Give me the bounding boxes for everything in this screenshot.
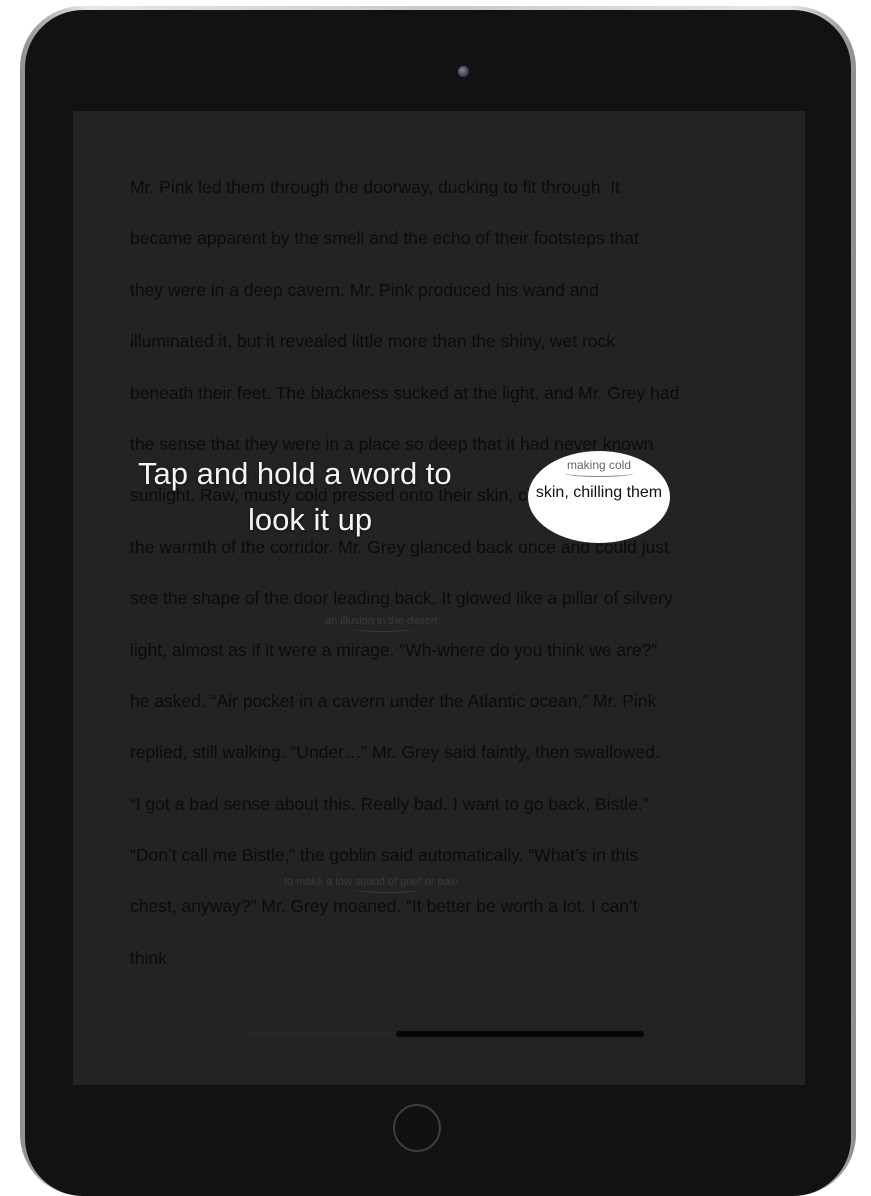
text-line[interactable]: they were in a deep cavern. Mr. Pink pro… xyxy=(130,276,770,327)
gloss-moaned-bracket xyxy=(353,886,421,893)
reader-screen: Mr. Pink led them through the doorway, d… xyxy=(73,111,805,1085)
bubble-highlighted-text: skin, chilling them xyxy=(535,484,663,501)
home-button[interactable] xyxy=(393,1104,441,1152)
gloss-mirage-bracket xyxy=(351,625,415,632)
text-line[interactable]: became apparent by the smell and the ech… xyxy=(130,224,770,275)
text-line[interactable]: Mr. Pink led them through the doorway, d… xyxy=(130,173,770,224)
word-lookup-bubble[interactable]: making cold skin, chilling them xyxy=(528,451,670,543)
text-line[interactable]: chest, anyway?” Mr. Grey moaned. “It bet… xyxy=(130,892,770,943)
lookup-hint-line-2: look it up xyxy=(248,502,373,537)
bubble-gloss-bracket xyxy=(564,469,634,477)
text-line[interactable]: replied, still walking. “Under…” Mr. Gre… xyxy=(130,738,770,789)
reading-progress-bar[interactable] xyxy=(244,1031,644,1037)
lookup-hint-line-1: Tap and hold a word to xyxy=(138,456,452,491)
text-line[interactable]: illuminated it, but it revealed little m… xyxy=(130,327,770,378)
text-line[interactable]: light, almost as if it were a mirage. “W… xyxy=(130,636,770,687)
text-line[interactable]: beneath their feet. The blackness sucked… xyxy=(130,379,770,430)
text-line[interactable]: think xyxy=(130,944,770,995)
reading-progress-fill xyxy=(396,1031,644,1037)
front-camera xyxy=(458,66,469,77)
text-line[interactable]: “I got a bad sense about this. Really ba… xyxy=(130,790,770,841)
book-page-text: Mr. Pink led them through the doorway, d… xyxy=(130,173,770,995)
lookup-hint: Tap and hold a word to look it up xyxy=(113,451,503,543)
text-line[interactable]: he asked. “Air pocket in a cavern under … xyxy=(130,687,770,738)
text-line[interactable]: see the shape of the door leading back. … xyxy=(130,584,770,635)
